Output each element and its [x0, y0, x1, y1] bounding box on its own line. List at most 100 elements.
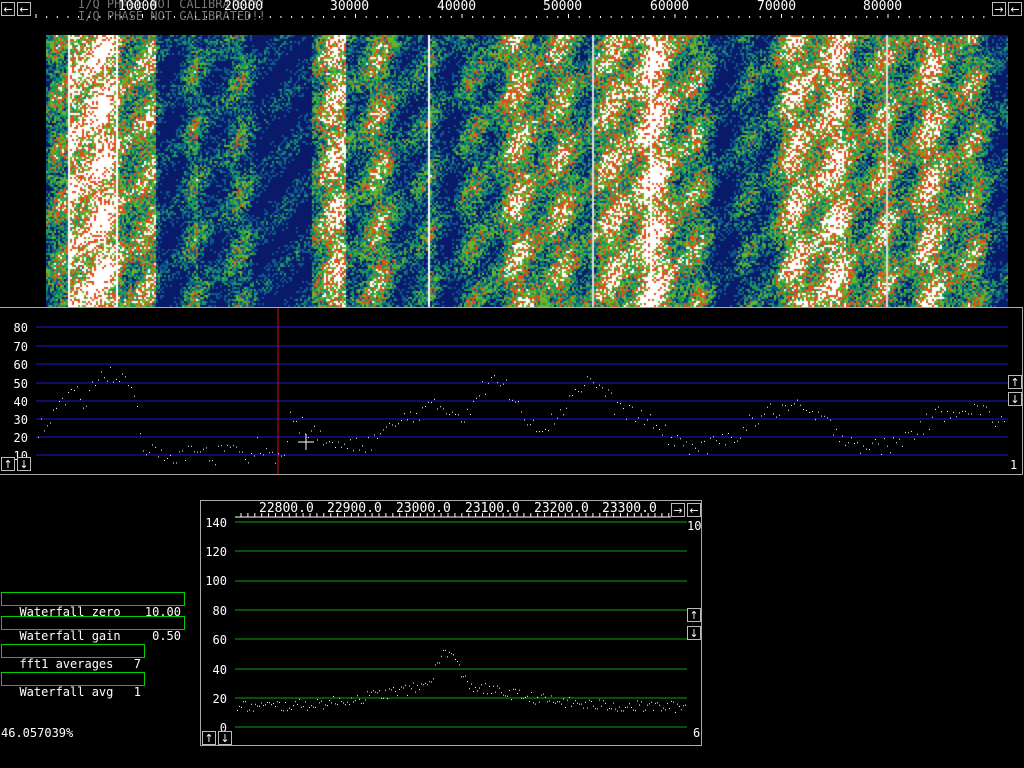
- baseband-point: [477, 690, 478, 692]
- spectrum-point: [890, 452, 891, 454]
- baseband-point: [577, 702, 578, 704]
- spectrum-point: [947, 410, 948, 412]
- baseband-point: [357, 695, 358, 697]
- spectrum-point: [815, 419, 816, 421]
- baseband-point: [351, 697, 352, 699]
- spectrum-point: [383, 429, 384, 431]
- baseband-left-arrow-icon[interactable]: ←: [687, 503, 701, 517]
- spectrum-point: [680, 438, 681, 440]
- baseband-point: [335, 703, 336, 705]
- baseband-point: [569, 696, 570, 698]
- spectrum-point: [728, 433, 729, 435]
- baseband-point: [647, 704, 648, 706]
- baseband-point: [471, 683, 472, 685]
- scroll-back-arrow-icon[interactable]: ←: [1008, 2, 1022, 16]
- baseband-point: [397, 695, 398, 697]
- spectrum-point: [131, 387, 132, 389]
- baseband-point: [625, 706, 626, 708]
- spectrum-point: [989, 411, 990, 413]
- spectrum-point: [902, 445, 903, 447]
- baseband-point: [237, 709, 238, 711]
- spectrum-left-down-arrow-icon[interactable]: ↓: [17, 457, 31, 471]
- baseband-point: [417, 684, 418, 686]
- spectrum-point: [311, 430, 312, 432]
- baseband-point: [319, 702, 320, 704]
- spectrum-left-up-arrow-icon[interactable]: ↑: [1, 457, 15, 471]
- spectrum-point: [56, 407, 57, 409]
- scroll-right-arrow-icon[interactable]: →: [992, 2, 1006, 16]
- waterfall-gain-param[interactable]: Waterfall gain 0.50: [1, 616, 185, 643]
- baseband-point: [567, 699, 568, 701]
- spectrum-point: [416, 412, 417, 414]
- baseband-point: [381, 697, 382, 699]
- spectrum-point: [851, 437, 852, 439]
- spectrum-point: [128, 385, 129, 387]
- baseband-point: [463, 676, 464, 678]
- baseband-point: [287, 710, 288, 712]
- baseband-point: [375, 691, 376, 693]
- spectrum-point: [47, 425, 48, 427]
- baseband-point: [325, 704, 326, 706]
- spectrum-point: [917, 433, 918, 435]
- spectrum-point: [101, 371, 102, 373]
- spectrum-point: [395, 425, 396, 427]
- baseband-point: [551, 695, 552, 697]
- spectrum-point: [461, 421, 462, 423]
- spectrum-point: [506, 379, 507, 381]
- baseband-left-down-arrow-icon[interactable]: ↓: [218, 731, 232, 745]
- spectrum-point: [539, 431, 540, 433]
- baseband-point: [555, 702, 556, 704]
- baseband-up-arrow-icon[interactable]: ↑: [687, 608, 701, 622]
- baseband-right-arrow-icon[interactable]: →: [671, 503, 685, 517]
- baseband-point: [451, 653, 452, 655]
- baseband-point: [265, 704, 266, 706]
- spectrum-point: [203, 448, 204, 450]
- spectrum-point: [692, 443, 693, 445]
- spectrum-point: [641, 410, 642, 412]
- spectrum-point: [191, 445, 192, 447]
- baseband-point: [423, 684, 424, 686]
- spectrum-point: [716, 440, 717, 442]
- baseband-point: [673, 701, 674, 703]
- spectrum-down-arrow-icon[interactable]: ↓: [1008, 392, 1022, 406]
- spectrum-point: [845, 444, 846, 446]
- spectrum-point: [905, 431, 906, 433]
- waterfall-zero-param[interactable]: Waterfall zero 10.00: [1, 592, 185, 619]
- baseband-point: [245, 701, 246, 703]
- baseband-plot[interactable]: [201, 501, 701, 745]
- spectrum-point: [296, 420, 297, 422]
- baseband-point: [645, 709, 646, 711]
- baseband-point: [433, 678, 434, 680]
- spectrum-point: [194, 451, 195, 453]
- spectrum-up-arrow-icon[interactable]: ↑: [1008, 375, 1022, 389]
- spectrum-point: [464, 421, 465, 423]
- waterfall-avg-param[interactable]: Waterfall avg 1: [1, 672, 145, 699]
- baseband-left-up-arrow-icon[interactable]: ↑: [202, 731, 216, 745]
- spectrum-plot[interactable]: [0, 308, 1022, 474]
- baseband-point: [241, 706, 242, 708]
- spectrum-point: [956, 416, 957, 418]
- spectrum-point: [182, 450, 183, 452]
- spectrum-point: [140, 433, 141, 435]
- spectrum-point: [791, 404, 792, 406]
- spectrum-point: [41, 418, 42, 420]
- spectrum-point: [581, 391, 582, 393]
- baseband-point: [391, 689, 392, 691]
- spectrum-point: [575, 388, 576, 390]
- baseband-point: [657, 702, 658, 704]
- waterfall-display[interactable]: [46, 35, 1008, 307]
- spectrum-point: [560, 409, 561, 411]
- baseband-point: [501, 692, 502, 694]
- param-label: Waterfall avg: [19, 685, 114, 699]
- spectrum-point: [608, 389, 609, 391]
- baseband-point: [361, 702, 362, 704]
- spectrum-point: [746, 429, 747, 431]
- spectrum-point: [734, 441, 735, 443]
- baseband-down-arrow-icon[interactable]: ↓: [687, 626, 701, 640]
- spectrum-point: [572, 395, 573, 397]
- baseband-point: [255, 703, 256, 705]
- baseband-point: [279, 701, 280, 703]
- fft1-averages-param[interactable]: fft1 averages 7: [1, 644, 145, 671]
- spectrum-point: [527, 424, 528, 426]
- spectrum-point: [698, 450, 699, 452]
